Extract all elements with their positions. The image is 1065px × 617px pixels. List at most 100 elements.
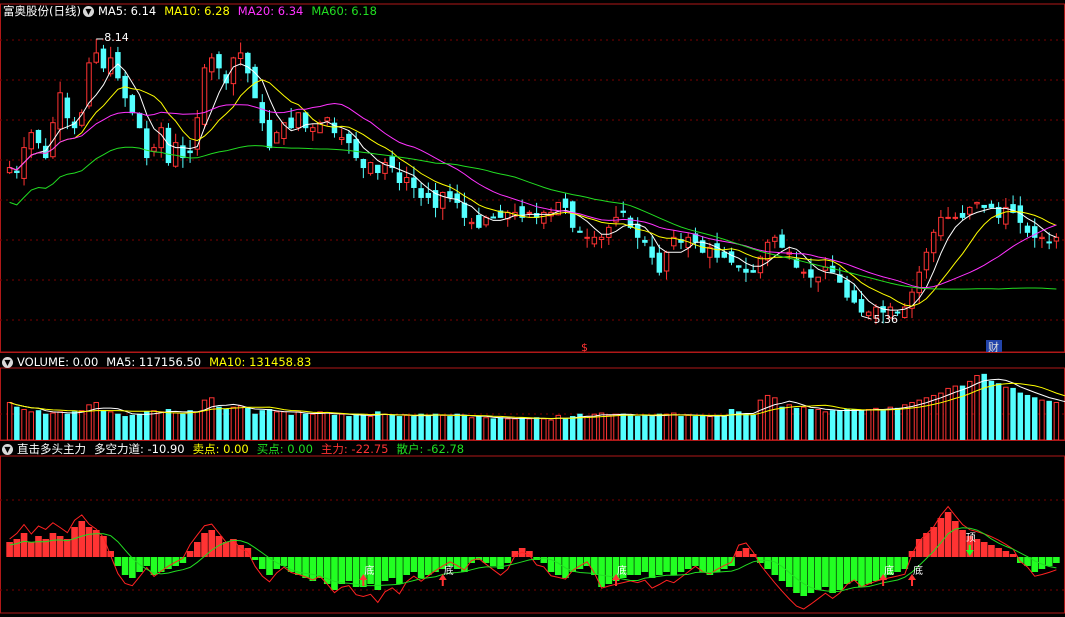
candle-body [714, 243, 720, 258]
panel3-indicator-4: 主力: -22.75 [320, 442, 389, 456]
volume-bar [266, 409, 273, 441]
candle-body [728, 251, 735, 263]
event-mark-finance: 财 [988, 340, 999, 354]
bottom-signal-label: 底 [364, 564, 374, 577]
volume-bar [375, 411, 381, 441]
force-bar [1045, 557, 1053, 566]
force-bar [302, 557, 309, 578]
candle-body [151, 147, 157, 152]
volume-bar [555, 414, 562, 441]
volume-bar [57, 411, 63, 441]
candle-body [750, 270, 756, 273]
panel1-indicator-0: MA5: 6.14 [97, 4, 157, 18]
bottom-signal-label: 底 [444, 564, 454, 577]
force-bar [800, 557, 808, 596]
candle-body [454, 193, 460, 203]
low-price-label: 5.36 [873, 313, 898, 326]
force-bar [829, 557, 836, 593]
panel2-header: ▼ VOLUME: 0.00 MA5: 117156.50 MA10: 131458… [0, 354, 319, 371]
force-bar [425, 557, 432, 575]
candle-body [606, 226, 612, 238]
volume-bar [678, 416, 684, 441]
volume-bar [259, 410, 266, 441]
candle-body [476, 215, 482, 228]
volume-bar [714, 414, 720, 441]
panel1-settings-icon[interactable]: ▼ [82, 6, 94, 17]
force-bar [35, 536, 42, 557]
force-bar [100, 536, 107, 557]
volume-bar [974, 375, 980, 441]
volume-bar [71, 411, 78, 441]
force-bar [417, 557, 425, 578]
candle-body [779, 234, 785, 248]
volume-bar [317, 411, 323, 441]
volume-bar [880, 409, 886, 441]
force-bar [793, 557, 800, 593]
candle-body [324, 117, 330, 122]
volume-bar [707, 416, 713, 441]
force-bar [201, 533, 208, 557]
volume-bar [562, 418, 569, 441]
candle-body [808, 269, 814, 278]
candle-body [375, 164, 381, 174]
volume-bar [541, 418, 547, 441]
volume-bar [548, 419, 554, 441]
volume-bar [1031, 397, 1038, 441]
volume-bar [403, 414, 410, 441]
volume-bar [685, 414, 691, 441]
force-bar [995, 548, 1002, 557]
force-bar [764, 557, 771, 569]
volume-bar [468, 417, 475, 441]
volume-bar [389, 414, 395, 441]
volume-bar [144, 411, 150, 441]
volume-bar [613, 413, 619, 441]
volume-bar [1010, 387, 1016, 441]
candle-body [995, 206, 1002, 218]
panel2-settings-icon[interactable]: ▼ [2, 357, 13, 368]
force-bar [735, 551, 743, 557]
candle-body [569, 201, 576, 228]
volume-bar [786, 404, 793, 441]
candle-body [187, 150, 193, 154]
volume-bar [519, 417, 525, 441]
panel3-header: ▼ 直击多头主力 多空力道: -10.90 卖点: 0.00 买点: 0.00 主力: … [0, 441, 472, 458]
candle-body [367, 162, 374, 174]
volume-bar [967, 380, 973, 441]
candle-body [1053, 236, 1060, 242]
low-price-pointer [861, 315, 872, 320]
volume-bar [483, 417, 489, 441]
volume-bar [194, 411, 201, 441]
chart-canvas: 8.145.36$ 财底底底底底顶 [0, 3, 1065, 614]
candle-body [1003, 206, 1009, 225]
candle-body [663, 251, 670, 272]
force-bar [49, 533, 57, 557]
force-bar [71, 527, 78, 557]
high-price-label: 8.14 [104, 31, 128, 44]
candle-body [440, 191, 446, 209]
panel3-settings-icon[interactable]: ▼ [2, 444, 13, 455]
top-signal-label: 顶 [966, 532, 976, 544]
panel3-indicator-2: 卖点: 0.00 [192, 442, 249, 456]
stock-chart-window: 8.14 5.36 $ 财底底底底底顶 富奥股份(日线) ▼ MA5: 6.14 MA1… [0, 0, 1065, 617]
force-bar [952, 521, 959, 557]
volume-bar [887, 406, 894, 441]
volume-bar [851, 409, 857, 441]
candle-body [64, 97, 71, 119]
volume-bar [14, 406, 20, 441]
volume-bar [764, 394, 771, 441]
force-bar [677, 557, 685, 572]
force-bar [237, 545, 244, 557]
candle-body [245, 52, 251, 74]
candle-body [425, 192, 432, 198]
candle-body [800, 271, 807, 274]
force-bar [489, 557, 497, 566]
volume-bar [461, 414, 468, 441]
candle-body [461, 202, 468, 218]
force-bar [930, 527, 937, 557]
volume-bar [367, 416, 374, 441]
candle-body [353, 139, 359, 159]
volume-bar [873, 407, 879, 441]
force-bar [742, 548, 750, 557]
force-bar [663, 557, 670, 572]
candle-body [952, 216, 959, 219]
